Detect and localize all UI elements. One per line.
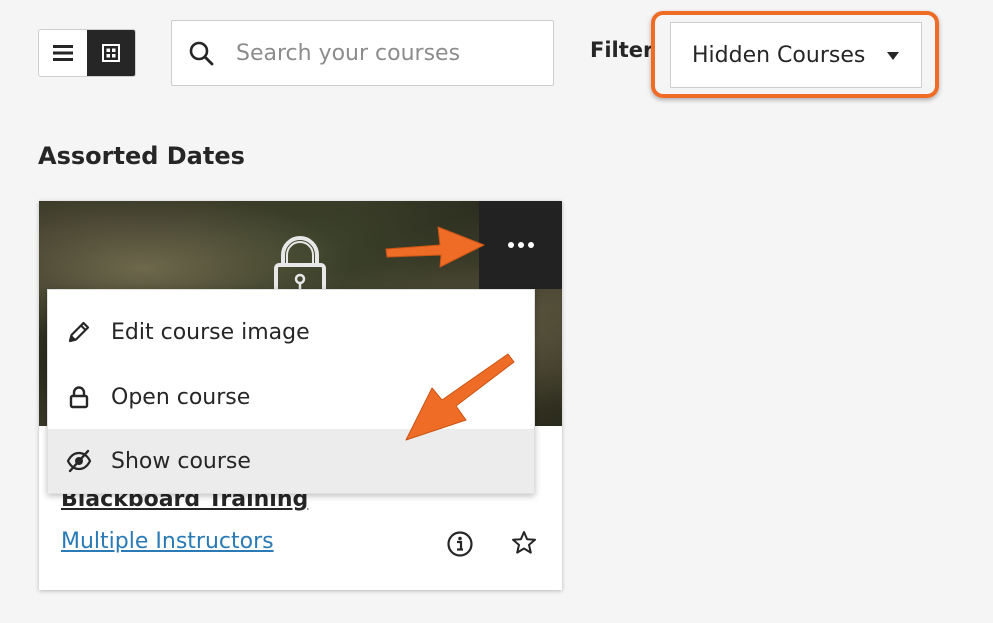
eye-slash-icon bbox=[66, 449, 92, 473]
course-options-menu: Edit course image Open course Show cours… bbox=[47, 289, 535, 494]
menu-item-label: Open course bbox=[111, 384, 251, 410]
lock-icon bbox=[69, 386, 89, 409]
pencil-icon bbox=[68, 321, 90, 343]
grid-view-icon bbox=[102, 44, 120, 62]
more-options-button[interactable] bbox=[479, 201, 562, 289]
menu-item-label: Edit course image bbox=[111, 319, 310, 345]
more-options-icon bbox=[507, 242, 534, 248]
search-box bbox=[171, 20, 554, 86]
info-icon[interactable] bbox=[446, 530, 474, 558]
search-icon bbox=[189, 41, 214, 66]
list-view-button[interactable] bbox=[39, 30, 87, 76]
star-icon[interactable] bbox=[510, 529, 538, 557]
grid-view-button[interactable] bbox=[87, 30, 135, 76]
filter-label: Filter bbox=[590, 38, 652, 62]
section-title: Assorted Dates bbox=[38, 142, 245, 170]
annotation-highlight-box bbox=[651, 11, 939, 98]
view-toggle bbox=[38, 29, 136, 77]
menu-item-open-course[interactable]: Open course bbox=[48, 365, 534, 429]
menu-item-edit-course-image[interactable]: Edit course image bbox=[48, 300, 534, 364]
search-input[interactable] bbox=[236, 37, 536, 69]
list-view-icon bbox=[53, 45, 73, 61]
instructors-link[interactable]: Multiple Instructors bbox=[61, 529, 274, 554]
menu-item-label: Show course bbox=[111, 448, 251, 474]
menu-item-show-course[interactable]: Show course bbox=[48, 429, 534, 493]
